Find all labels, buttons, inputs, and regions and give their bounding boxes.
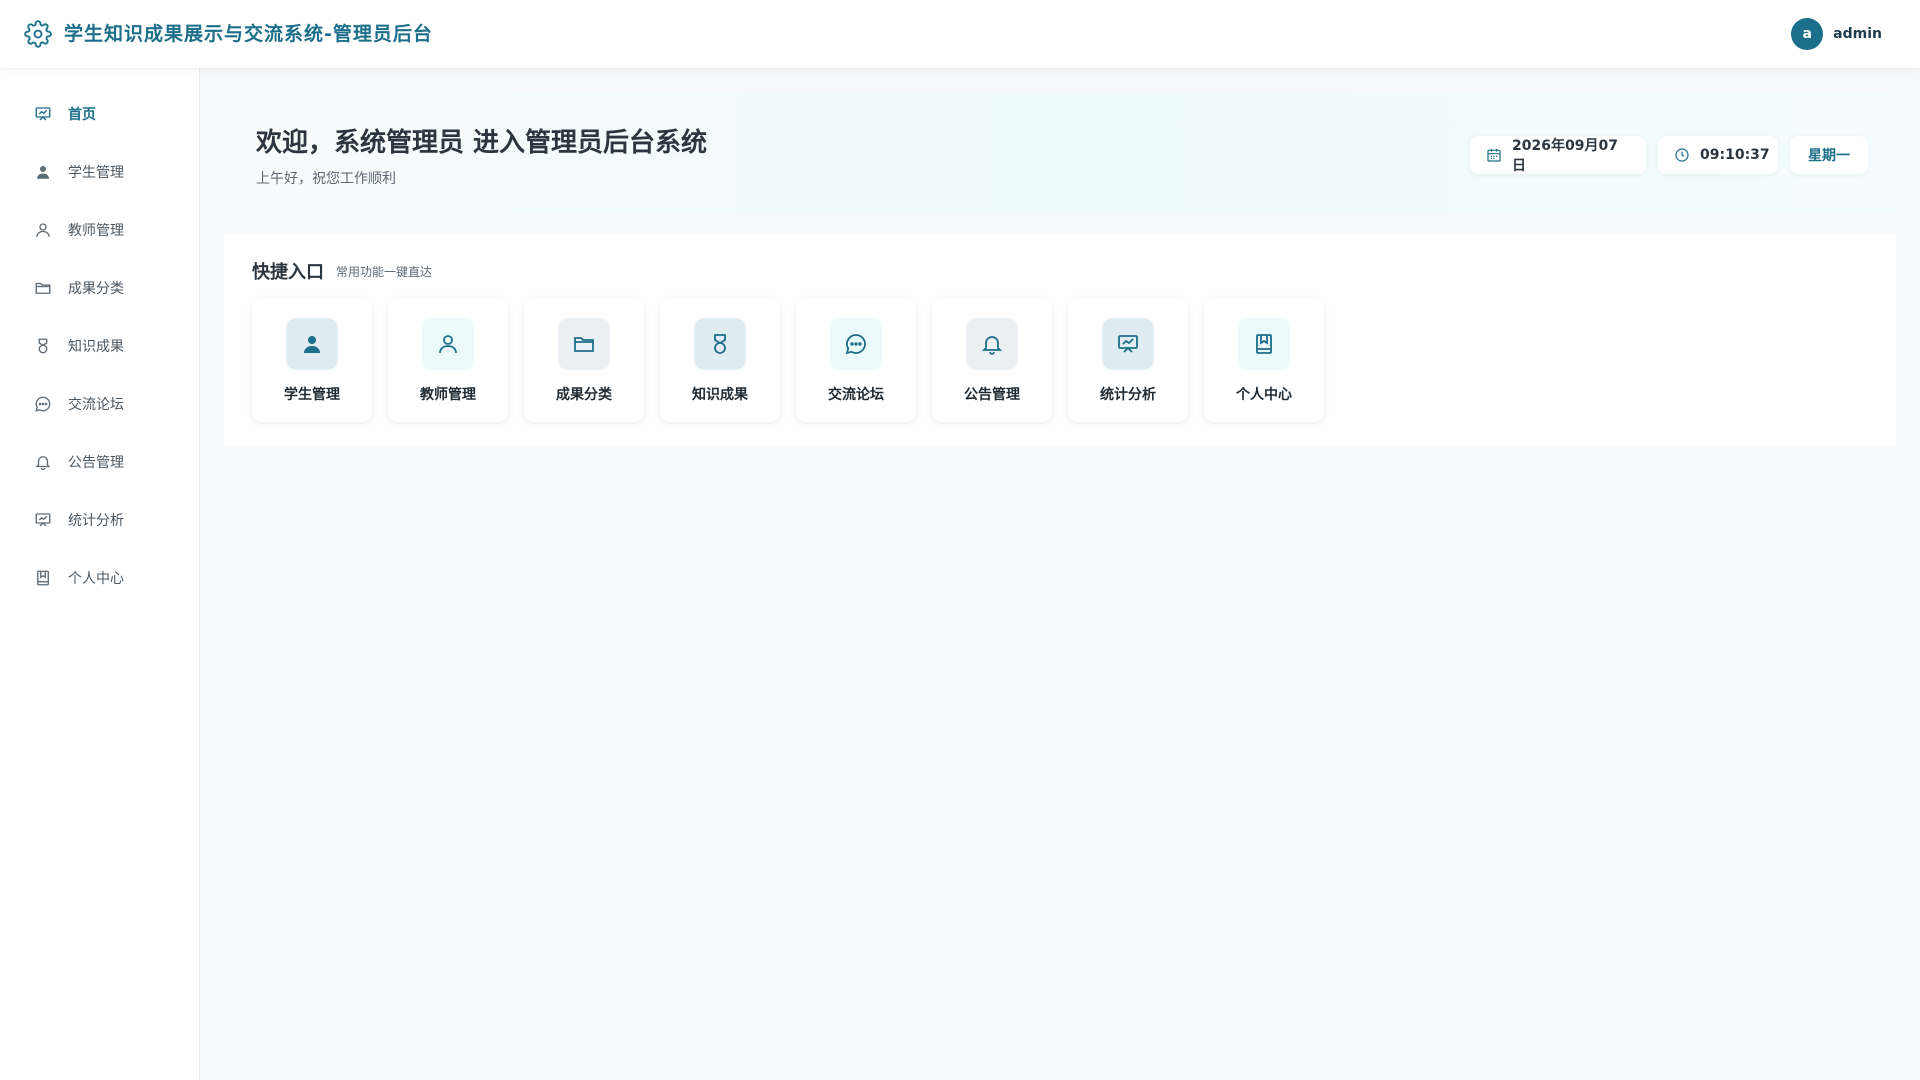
medal-icon — [694, 318, 746, 370]
quick-card-label: 学生管理 — [284, 387, 340, 403]
quick-card-categories[interactable]: 成果分类 — [524, 298, 644, 422]
username[interactable]: admin — [1833, 26, 1882, 42]
folder-icon — [34, 279, 52, 297]
calendar-icon — [1486, 147, 1502, 163]
quick-card-forum[interactable]: 交流论坛 — [796, 298, 916, 422]
sidebar-item-achievements[interactable]: 知识成果 — [0, 324, 199, 368]
bell-icon — [34, 453, 52, 471]
sidebar-item-statistics[interactable]: 统计分析 — [0, 498, 199, 542]
weekday-chip: 星期一 — [1790, 136, 1868, 174]
sidebar-item-label: 成果分类 — [68, 281, 124, 297]
sidebar-item-label: 知识成果 — [68, 339, 124, 355]
user-filled-icon — [34, 163, 52, 181]
quick-entry-subtitle: 常用功能一键直达 — [336, 265, 433, 279]
sidebar-item-label: 公告管理 — [68, 455, 124, 471]
date-value: 2026年09月07日 — [1512, 138, 1618, 174]
quick-card-label: 成果分类 — [556, 387, 612, 403]
date-chip: 2026年09月07日 — [1470, 136, 1646, 174]
avatar[interactable]: a — [1791, 18, 1824, 50]
chart-board-icon — [34, 511, 52, 529]
sidebar-item-teachers[interactable]: 教师管理 — [0, 208, 199, 252]
quick-card-label: 统计分析 — [1100, 387, 1156, 403]
quick-card-label: 教师管理 — [420, 387, 476, 403]
greeting-text: 上午好，祝您工作顺利 — [256, 171, 396, 187]
sidebar-item-label: 个人中心 — [68, 571, 124, 587]
weekday-value: 星期一 — [1808, 148, 1850, 164]
sidebar-item-label: 教师管理 — [68, 223, 124, 239]
sidebar-item-label: 统计分析 — [68, 513, 124, 529]
presentation-icon — [34, 105, 52, 123]
welcome-banner: 欢迎，系统管理员 进入管理员后台系统 上午好，祝您工作顺利 2026年09月07… — [224, 94, 1896, 214]
quick-card-teachers[interactable]: 教师管理 — [388, 298, 508, 422]
medal-icon — [34, 337, 52, 355]
time-chip: 09:10:37 — [1658, 136, 1778, 174]
quick-card-label: 交流论坛 — [828, 387, 884, 403]
sidebar-item-announcements[interactable]: 公告管理 — [0, 440, 199, 484]
quick-card-announcements[interactable]: 公告管理 — [932, 298, 1052, 422]
user-outline-icon — [422, 318, 474, 370]
sidebar-item-categories[interactable]: 成果分类 — [0, 266, 199, 310]
welcome-title: 欢迎，系统管理员 进入管理员后台系统 — [256, 128, 708, 158]
user-menu[interactable]: a admin — [1791, 18, 1882, 50]
quick-card-label: 个人中心 — [1236, 387, 1292, 403]
sidebar-item-profile[interactable]: 个人中心 — [0, 556, 199, 600]
quick-card-profile[interactable]: 个人中心 — [1204, 298, 1324, 422]
chart-board-icon — [1102, 318, 1154, 370]
book-icon — [34, 569, 52, 587]
time-value: 09:10:37 — [1700, 147, 1770, 163]
quick-card-statistics[interactable]: 统计分析 — [1068, 298, 1188, 422]
clock-icon — [1674, 147, 1690, 163]
chat-icon — [34, 395, 52, 413]
quick-card-achievements[interactable]: 知识成果 — [660, 298, 780, 422]
quick-card-label: 知识成果 — [692, 387, 748, 403]
user-filled-icon — [286, 318, 338, 370]
folder-icon — [558, 318, 610, 370]
gear-icon[interactable] — [24, 20, 52, 48]
bell-icon — [966, 318, 1018, 370]
quick-card-students[interactable]: 学生管理 — [252, 298, 372, 422]
quick-card-label: 公告管理 — [964, 387, 1020, 403]
sidebar-item-forum[interactable]: 交流论坛 — [0, 382, 199, 426]
sidebar: 首页 学生管理 教师管理 成果分类 知识成果 交流论坛 公告管理 统计分析 个人… — [0, 68, 200, 1080]
sidebar-item-home[interactable]: 首页 — [0, 92, 199, 136]
sidebar-item-label: 交流论坛 — [68, 397, 124, 413]
sidebar-item-label: 首页 — [68, 107, 96, 123]
user-outline-icon — [34, 221, 52, 239]
sidebar-item-label: 学生管理 — [68, 165, 124, 181]
quick-entry-title: 快捷入口 — [252, 262, 324, 283]
sidebar-item-students[interactable]: 学生管理 — [0, 150, 199, 194]
book-icon — [1238, 318, 1290, 370]
chat-icon — [830, 318, 882, 370]
top-header: 学生知识成果展示与交流系统-管理员后台 a admin — [0, 0, 1920, 68]
app-title: 学生知识成果展示与交流系统-管理员后台 — [64, 23, 433, 45]
quick-entry-panel: 快捷入口 常用功能一键直达 学生管理 教师管理 成果分类 知识成果 交流论坛 公… — [224, 234, 1896, 446]
